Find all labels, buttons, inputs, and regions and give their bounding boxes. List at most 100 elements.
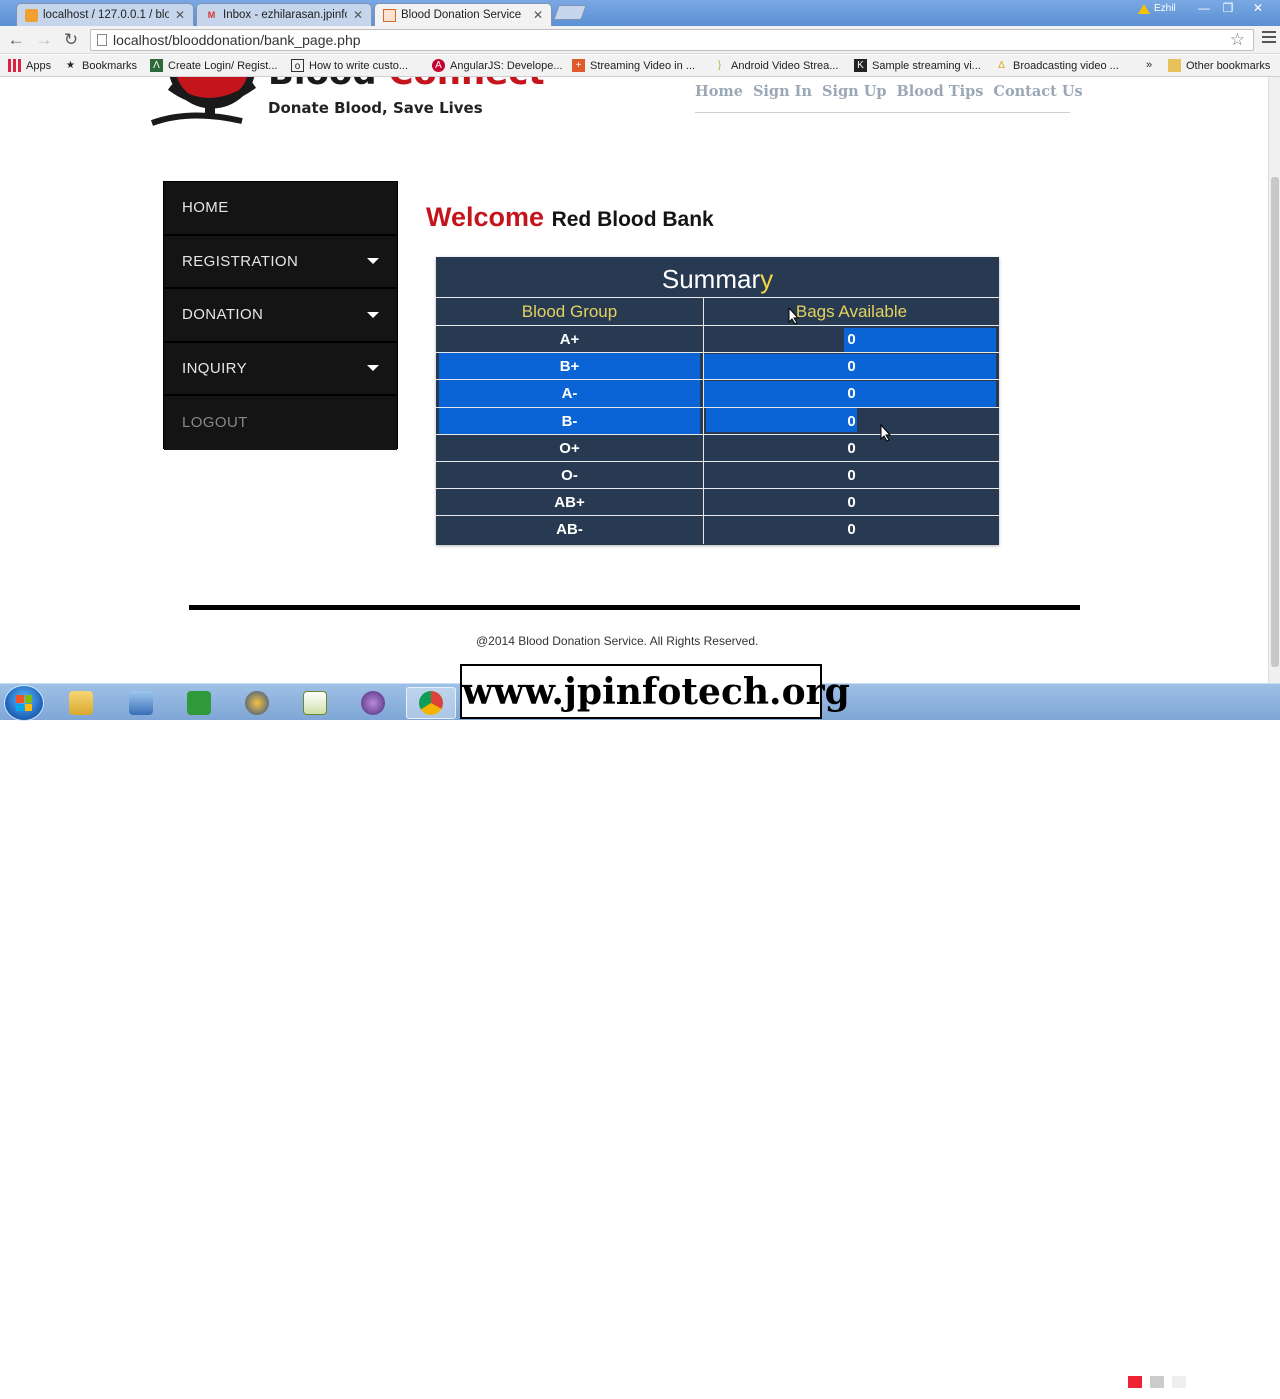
browser-tab-bar: localhost / 127.0.0.1 / blo ✕ M Inbox - … <box>0 0 1280 26</box>
tab-title: Blood Donation Service <box>401 9 522 21</box>
other-bookmarks[interactable]: Other bookmarks <box>1168 59 1270 72</box>
mouse-cursor-icon <box>880 424 892 442</box>
tab-title: localhost / 127.0.0.1 / blo <box>43 9 169 21</box>
cell-text: 0 <box>847 385 856 403</box>
minimize-button[interactable]: — <box>1192 1 1216 17</box>
angular-icon: A <box>432 59 445 72</box>
close-tab-icon[interactable]: ✕ <box>533 8 543 22</box>
start-button[interactable] <box>4 685 44 721</box>
table-row: B- 0 <box>436 407 999 435</box>
bookmarks-overflow-label: » <box>1146 59 1153 71</box>
chrome-menu-icon[interactable] <box>1262 31 1276 45</box>
side-menu-inquiry[interactable]: INQUIRY <box>164 342 397 396</box>
side-menu-donation[interactable]: DONATION <box>164 289 397 343</box>
bookmark-label: Broadcasting video ... <box>1013 59 1119 72</box>
taskbar-media-player[interactable] <box>232 687 282 719</box>
nav-link-blood-tips[interactable]: Blood Tips <box>897 83 984 100</box>
column-header-bags-available: Bags Available <box>795 302 908 321</box>
back-arrow-icon[interactable]: ← <box>6 30 26 50</box>
taskbar-virtualbox[interactable] <box>116 687 166 719</box>
nav-link-contact-us[interactable]: Contact Us <box>993 83 1082 100</box>
close-tab-icon[interactable]: ✕ <box>175 8 185 22</box>
phpmyadmin-icon <box>25 8 38 22</box>
close-window-button[interactable]: ✕ <box>1246 1 1270 17</box>
caret-down-icon <box>367 311 379 318</box>
page-scrollbar[interactable] <box>1268 77 1280 683</box>
gmail-icon: M <box>207 10 216 20</box>
nav-link-home[interactable]: Home <box>695 83 743 100</box>
window-user[interactable]: Ezhil <box>1138 3 1176 14</box>
reload-icon[interactable]: ↻ <box>61 30 81 50</box>
notepad-icon <box>303 691 327 715</box>
flag-icon[interactable] <box>1127 1376 1142 1388</box>
blood-group-cell: A- <box>436 380 704 407</box>
volume-icon[interactable] <box>1171 1376 1186 1388</box>
welcome-prefix: Welcome <box>426 202 545 232</box>
logo-globe-icon <box>150 77 257 126</box>
bookmark-create-login[interactable]: Λ Create Login/ Regist... <box>150 59 277 72</box>
side-menu-label: INQUIRY <box>182 359 248 377</box>
side-menu-label: HOME <box>182 199 229 217</box>
bookmarks-overflow-button[interactable]: » <box>1146 59 1152 71</box>
cell-text: AB- <box>556 521 583 539</box>
summary-title-accent: y <box>760 264 774 294</box>
app-icon <box>187 691 211 715</box>
site-icon: o <box>291 59 304 72</box>
taskbar-explorer[interactable] <box>56 687 106 719</box>
column-header-blood-group: Blood Group <box>436 298 704 325</box>
show-hidden-icons-icon[interactable]: ▲ <box>1110 1377 1120 1388</box>
address-bar[interactable]: localhost/blooddonation/bank_page.php ☆ <box>90 29 1254 51</box>
bookmark-label: How to write custo... <box>309 59 409 72</box>
bookmark-broadcasting[interactable]: ∆ Broadcasting video ... <box>995 59 1119 72</box>
bookmark-label: Apps <box>26 59 52 72</box>
tab-blood-donation[interactable]: Blood Donation Service ✕ <box>374 3 552 26</box>
side-menu-registration[interactable]: REGISTRATION <box>164 235 397 289</box>
bookmark-star-icon[interactable]: ☆ <box>1230 30 1245 50</box>
side-menu-home[interactable]: HOME <box>164 182 397 236</box>
mouse-cursor-icon <box>788 307 800 325</box>
bookmark-label: Create Login/ Regist... <box>168 59 278 72</box>
blood-group-cell: AB+ <box>436 489 704 516</box>
bookmark-streaming[interactable]: + Streaming Video in ... <box>572 59 695 72</box>
bookmark-angularjs[interactable]: A AngularJS: Develope... <box>432 59 563 72</box>
bookmark-label: Bookmarks <box>82 59 138 72</box>
nav-link-sign-in[interactable]: Sign In <box>753 83 812 100</box>
top-navigation: Home Sign In Sign Up Blood Tips Contact … <box>695 83 1083 113</box>
nav-link-sign-up[interactable]: Sign Up <box>822 83 887 100</box>
bookmark-label: Android Video Strea... <box>731 59 839 72</box>
caret-down-icon <box>367 365 379 372</box>
blood-group-cell: B- <box>436 407 704 434</box>
watermark-banner: www.jpinfotech.org <box>460 664 850 719</box>
tab-phpmyadmin[interactable]: localhost / 127.0.0.1 / blo ✕ <box>16 3 194 26</box>
scrollbar-thumb[interactable] <box>1271 177 1279 667</box>
bookmark-sample-streaming[interactable]: K Sample streaming vi... <box>854 59 981 72</box>
caret-down-icon <box>367 258 379 265</box>
site-logo-title: Blood Connect <box>268 77 545 93</box>
bookmark-custom[interactable]: o How to write custo... <box>291 59 408 72</box>
forward-arrow-icon[interactable]: → <box>34 30 54 50</box>
taskbar-clock[interactable]: 5:57 PM 5/21/2015 <box>1200 1371 1270 1399</box>
side-menu-logout[interactable]: LOGOUT <box>164 396 397 450</box>
taskbar-chrome[interactable] <box>406 687 456 719</box>
bags-cell: 0 <box>704 435 999 461</box>
network-icon[interactable] <box>1149 1376 1164 1388</box>
cell-text: O- <box>561 466 578 484</box>
taskbar-eclipse[interactable] <box>348 687 398 719</box>
bags-cell: 0 <box>704 326 999 353</box>
cell-text: 0 <box>847 331 856 348</box>
bookmark-bookmarks[interactable]: ★ Bookmarks <box>64 59 137 72</box>
bags-cell: 0 <box>704 353 999 380</box>
bookmark-android-video[interactable]: } Android Video Strea... <box>713 59 839 72</box>
close-tab-icon[interactable]: ✕ <box>353 8 363 22</box>
blood-group-cell: AB- <box>436 516 704 544</box>
blood-group-cell: O- <box>436 461 704 489</box>
new-tab-button[interactable] <box>553 5 587 20</box>
tab-gmail[interactable]: M Inbox - ezhilarasan.jpinfo ✕ <box>196 3 372 26</box>
page-icon <box>97 34 107 46</box>
taskbar-notepad[interactable] <box>290 687 340 719</box>
blood-group-cell: A+ <box>436 326 704 353</box>
bookmark-apps[interactable]: Apps <box>8 59 51 72</box>
restore-button[interactable]: ❐ <box>1216 1 1240 17</box>
taskbar-app-green[interactable] <box>174 687 224 719</box>
bags-cell: 0 <box>704 489 999 515</box>
